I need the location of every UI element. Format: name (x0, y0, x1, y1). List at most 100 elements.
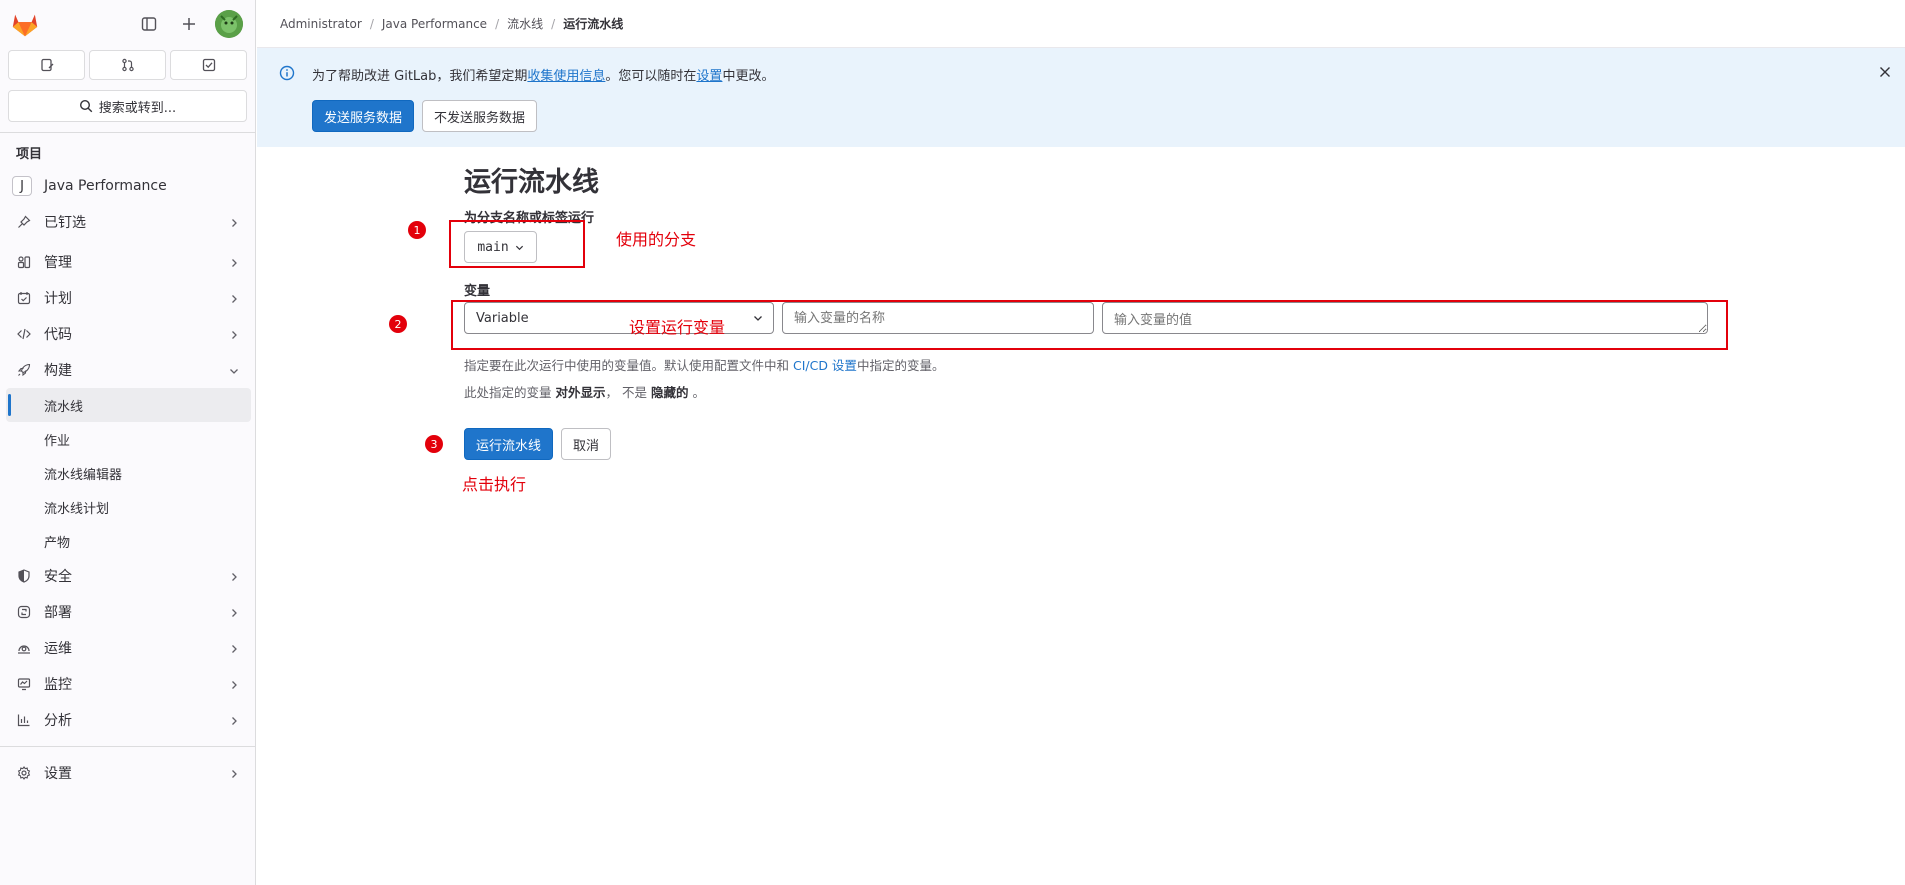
collapse-sidebar-icon[interactable] (135, 10, 163, 38)
sidebar-tabs (0, 50, 255, 80)
info-icon (279, 65, 295, 81)
issues-icon (40, 58, 53, 72)
breadcrumb-item[interactable]: 流水线 (507, 15, 543, 32)
search-button[interactable]: 搜索或转到... (8, 90, 247, 122)
create-new-icon[interactable] (175, 10, 203, 38)
breadcrumb-separator: / (369, 16, 374, 31)
sidebar-item-security[interactable]: 安全 (0, 558, 255, 594)
chevron-right-icon (229, 642, 239, 658)
breadcrumb-separator: / (495, 16, 500, 31)
sidebar-item-label: 构建 (44, 363, 72, 379)
run-pipeline-button[interactable]: 运行流水线 (464, 428, 554, 460)
annotation-text-execute: 点击执行 (462, 475, 527, 494)
code-icon (16, 326, 32, 342)
banner-message: 为了帮助改进 GitLab，我们希望定期收集使用信息。您可以随时在设置中更改。 (312, 65, 774, 84)
sidebar-item-deploy[interactable]: 部署 (0, 594, 255, 630)
visibility-text-before: 此处指定的变量 (464, 385, 556, 400)
sidebar-subitem-artifacts[interactable]: 产物 (0, 524, 255, 558)
sidebar-item-code[interactable]: 代码 (0, 316, 255, 352)
banner-text-before: 为了帮助改进 GitLab，我们希望定期 (312, 69, 528, 84)
visibility-masked: 隐藏的 (650, 385, 689, 400)
search-label: 搜索或转到... (98, 100, 177, 116)
sidebar-item-plan[interactable]: 计划 (0, 280, 255, 316)
sidebar-item-label: 管理 (44, 255, 72, 271)
sidebar-header (0, 0, 255, 48)
main-content: Administrator / Java Performance / 流水线 /… (257, 0, 1905, 885)
sidebar-section-title: 项目 (16, 147, 43, 162)
dont-send-service-data-button[interactable]: 不发送服务数据 (422, 100, 538, 132)
annotation-text-branch: 使用的分支 (616, 230, 697, 249)
search-icon (79, 99, 93, 113)
sidebar-subitem-pipeline-schedules[interactable]: 流水线计划 (0, 490, 255, 524)
annotation-box-branch (449, 220, 585, 268)
help-text-after: 中指定的变量。 (856, 358, 945, 373)
cancel-button[interactable]: 取消 (561, 428, 612, 460)
breadcrumb-separator: / (551, 16, 556, 31)
sidebar-item-build[interactable]: 构建 (0, 352, 255, 388)
chevron-right-icon (229, 678, 239, 694)
rocket-icon (16, 362, 32, 378)
avatar[interactable] (215, 10, 243, 38)
sidebar-item-pinned[interactable]: 已钉选 (0, 204, 255, 240)
chevron-right-icon (229, 767, 239, 783)
sidebar-subitem-jobs[interactable]: 作业 (0, 422, 255, 456)
collect-usage-link[interactable]: 收集使用信息 (527, 69, 605, 84)
manage-icon (16, 254, 32, 270)
monitor-icon (16, 676, 32, 692)
pin-icon (16, 214, 32, 230)
sidebar-item-operate[interactable]: 运维 (0, 630, 255, 666)
usage-data-banner: 为了帮助改进 GitLab，我们希望定期收集使用信息。您可以随时在设置中更改。 … (257, 48, 1905, 147)
breadcrumb: Administrator / Java Performance / 流水线 /… (257, 0, 1905, 48)
sidebar-item-manage[interactable]: 管理 (0, 244, 255, 280)
chevron-right-icon (229, 216, 239, 232)
sidebar-item-settings[interactable]: 设置 (0, 755, 255, 791)
variables-label: 变量 (464, 284, 491, 299)
chevron-right-icon (229, 714, 239, 730)
cicd-settings-link[interactable]: CI/CD 设置 (793, 358, 857, 373)
variables-visibility-text: 此处指定的变量 对外显示， 不是 隐藏的 。 (464, 382, 705, 401)
close-icon[interactable] (1879, 63, 1891, 82)
page-title: 运行流水线 (464, 167, 599, 198)
gitlab-logo-icon[interactable] (10, 9, 40, 39)
sidebar-item-project[interactable]: J Java Performance (0, 168, 255, 204)
settings-link[interactable]: 设置 (696, 69, 722, 84)
sidebar-item-label: 运维 (44, 641, 72, 657)
chevron-right-icon (229, 256, 239, 272)
project-avatar: J (12, 176, 32, 196)
merge-request-icon (121, 58, 134, 72)
project-name: Java Performance (44, 178, 167, 194)
sidebar-item-label: 部署 (44, 605, 72, 621)
send-service-data-button[interactable]: 发送服务数据 (312, 100, 415, 132)
chevron-right-icon (229, 570, 239, 586)
sidebar-item-label: 设置 (44, 766, 72, 782)
sidebar-item-label: 计划 (44, 291, 72, 307)
sidebar-item-label: 已钉选 (44, 215, 86, 231)
issues-tab[interactable] (8, 50, 85, 80)
sidebar-item-label: 代码 (44, 327, 72, 343)
breadcrumb-item[interactable]: Java Performance (382, 17, 487, 31)
sidebar-item-label: 安全 (44, 569, 72, 585)
annotation-number-3: 3 (425, 435, 443, 453)
chevron-right-icon (229, 606, 239, 622)
annotation-text-variables: 设置运行变量 (629, 318, 726, 337)
banner-actions: 发送服务数据 不发送服务数据 (312, 100, 538, 132)
shield-icon (16, 568, 32, 584)
form-actions: 运行流水线 取消 (464, 428, 612, 460)
chevron-right-icon (229, 328, 239, 344)
chart-icon (16, 712, 32, 728)
sidebar-item-label: 监控 (44, 677, 72, 693)
sidebar-item-monitor[interactable]: 监控 (0, 666, 255, 702)
todos-tab[interactable] (170, 50, 247, 80)
sidebar-subitem-pipelines[interactable]: 流水线 (6, 388, 251, 422)
chevron-right-icon (229, 292, 239, 308)
operate-icon (16, 640, 32, 656)
merge-requests-tab[interactable] (89, 50, 166, 80)
chevron-down-icon (229, 364, 239, 380)
annotation-number-1: 1 (408, 221, 426, 239)
banner-text-middle: 。您可以随时在 (605, 69, 697, 84)
sidebar-item-label: 分析 (44, 713, 72, 729)
sidebar-divider (0, 746, 255, 747)
sidebar-item-analyze[interactable]: 分析 (0, 702, 255, 738)
sidebar-subitem-pipeline-editor[interactable]: 流水线编辑器 (0, 456, 255, 490)
breadcrumb-item[interactable]: Administrator (280, 17, 362, 31)
